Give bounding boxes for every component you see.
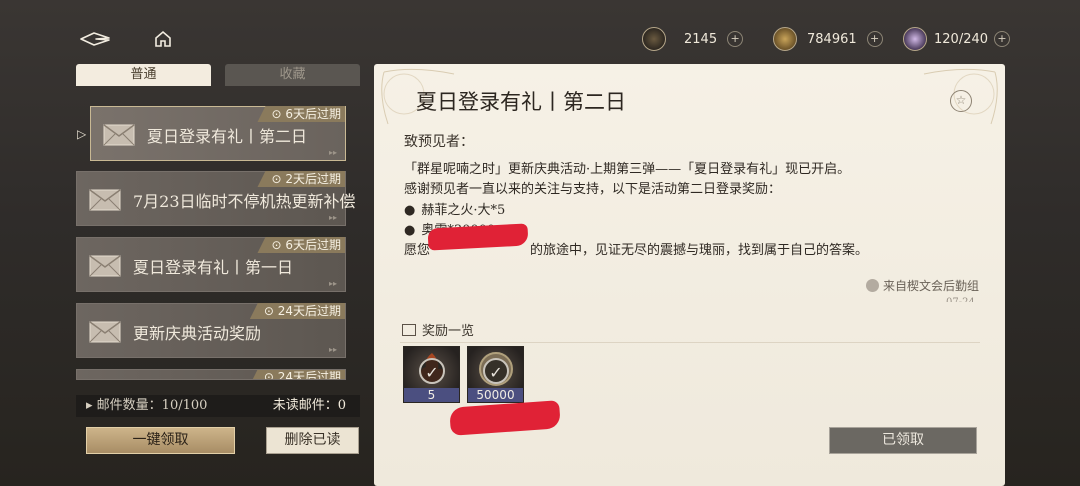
mail-item[interactable]: ⊙ 24天后过期 xyxy=(76,369,346,380)
mail-expiry-badge: ⊙ 2天后过期 xyxy=(257,171,345,187)
tab-favorites[interactable]: 收藏 xyxy=(225,64,360,86)
arrow-icon: ▸▸ xyxy=(328,148,337,157)
mail-expiry-text: 2天后过期 xyxy=(285,172,341,186)
mail-expiry-badge: ⊙ 6天后过期 xyxy=(257,106,345,122)
resource-energy: 120/240 + xyxy=(903,26,1011,52)
add-energy-button[interactable]: + xyxy=(994,31,1011,47)
envelope-icon xyxy=(89,189,121,211)
gift-icon xyxy=(402,324,416,336)
letter-line: 「群星呢喃之时」更新庆典活动·上期第三弹——「夏日登录有礼」现已开启。 xyxy=(404,162,851,177)
back-button[interactable] xyxy=(80,28,110,50)
mail-expiry-badge: ⊙ 24天后过期 xyxy=(249,370,345,380)
claimed-check-icon: ✓ xyxy=(419,358,445,384)
envelope-icon xyxy=(89,321,121,343)
envelope-icon xyxy=(89,255,121,277)
mail-item[interactable]: 更新庆典活动奖励 ⊙ 24天后过期 ▸▸ xyxy=(76,303,346,358)
mail-stats-bar: ▸ 邮件数量：10/100 未读邮件：0 xyxy=(76,395,360,417)
resource-quill: 2145 + xyxy=(642,26,744,52)
add-quill-button[interactable]: + xyxy=(727,31,744,47)
home-button[interactable] xyxy=(148,28,178,50)
delete-read-button[interactable]: 删除已读 xyxy=(266,427,359,454)
mail-count-text: 邮件数量：10/100 xyxy=(96,398,208,413)
claimed-button[interactable]: 已领取 xyxy=(829,427,977,454)
rewards-header-text: 奖励一览 xyxy=(422,324,475,339)
tab-normal[interactable]: 普通 xyxy=(76,64,211,86)
bullet-text: 赫菲之火·大*5 xyxy=(421,202,506,218)
reward-item[interactable]: ✓ 5 xyxy=(403,346,460,403)
mail-item[interactable]: 夏日登录有礼丨第一日 ⊙ 6天后过期 ▸▸ xyxy=(76,237,346,292)
mail-expiry-text: 24天后过期 xyxy=(277,304,341,318)
resource-gold: 784961 + xyxy=(773,26,883,52)
add-gold-button[interactable]: + xyxy=(866,31,883,47)
divider xyxy=(400,342,980,343)
arrow-icon: ▸▸ xyxy=(328,213,337,222)
letter-title: 夏日登录有礼丨第二日 xyxy=(416,90,626,114)
letter-date: 07-24 xyxy=(946,297,975,302)
mail-expiry-badge: ⊙ 6天后过期 xyxy=(257,237,345,253)
rewards-header: 奖励一览 xyxy=(402,320,474,339)
mail-item[interactable]: 夏日登录有礼丨第二日 ⊙ 6天后过期 ▸▸ xyxy=(90,106,346,161)
mail-expiry-badge: ⊙ 24天后过期 xyxy=(249,303,345,319)
mail-title: 7月23日临时不停机热更新补偿 xyxy=(133,192,356,211)
claim-all-button[interactable]: 一键领取 xyxy=(86,427,235,454)
resource-energy-value: 120/240 xyxy=(934,31,989,47)
sender-text: 来自楔文会后勤组 xyxy=(883,279,980,293)
arrow-icon: ▸▸ xyxy=(328,279,337,288)
unread-count: 未读邮件：0 xyxy=(272,398,346,413)
mail-count: ▸ 邮件数量：10/100 xyxy=(86,398,208,413)
resource-quill-value: 2145 xyxy=(684,31,718,47)
letter-bullet: 赫菲之火·大*5 xyxy=(404,201,984,221)
home-icon xyxy=(155,30,171,47)
mail-title: 更新庆典活动奖励 xyxy=(133,324,262,343)
letter-sender: 来自楔文会后勤组 xyxy=(866,277,979,294)
feather-quill-icon xyxy=(642,27,666,51)
letter-salutation: 致预见者： xyxy=(404,134,474,150)
reward-item[interactable]: ✓ 50000 xyxy=(467,346,524,403)
mail-title: 夏日登录有礼丨第一日 xyxy=(133,258,294,277)
back-arrow-icon xyxy=(80,32,110,46)
favorite-star-icon[interactable]: ☆ xyxy=(950,90,972,112)
claimed-check-icon: ✓ xyxy=(483,358,509,384)
envelope-icon xyxy=(103,124,135,146)
letter-line-end: 的旅途中，见证无尽的震撼与瑰丽，找到属于自己的答案。 xyxy=(530,243,869,259)
letter-line-start: 愿您 xyxy=(404,243,431,259)
letter-line: 感谢预见者一直以来的关注与支持，以下是活动第二日登录奖励： xyxy=(404,182,782,198)
mail-expiry-text: 6天后过期 xyxy=(285,238,341,252)
mail-item[interactable]: 7月23日临时不停机热更新补偿 ⊙ 2天后过期 ▸▸ xyxy=(76,171,356,226)
mail-expiry-text: 24天后过期 xyxy=(277,370,341,380)
mail-expiry-text: 6天后过期 xyxy=(285,107,341,121)
person-icon xyxy=(866,279,879,292)
mail-title: 夏日登录有礼丨第二日 xyxy=(147,127,308,146)
resource-gold-value: 784961 xyxy=(807,31,857,47)
reward-qty: 50000 xyxy=(468,388,523,402)
energy-orb-icon xyxy=(903,27,927,51)
selected-marker-icon: ▷ xyxy=(77,127,87,141)
gold-coin-icon xyxy=(773,27,797,51)
reward-qty: 5 xyxy=(404,388,459,402)
arrow-icon: ▸▸ xyxy=(328,345,337,354)
